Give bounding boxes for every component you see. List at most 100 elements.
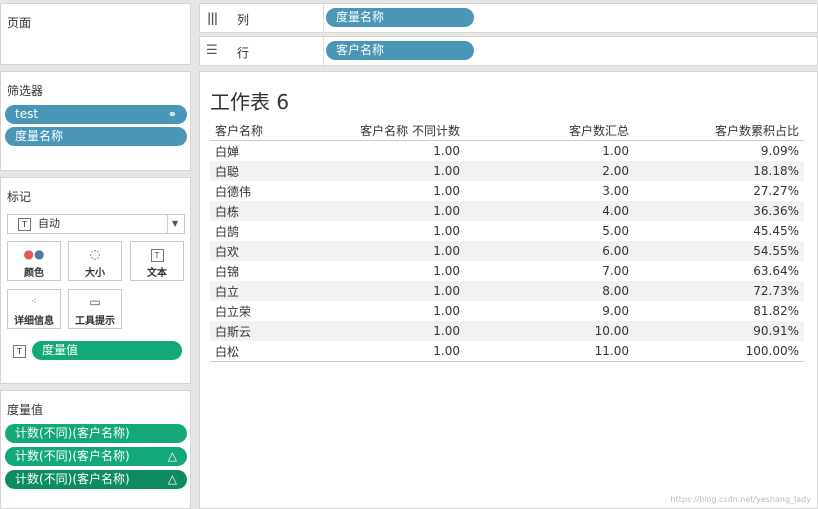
rows-shelf[interactable]: ☰ 行 客户名称 — [199, 36, 818, 67]
measure-pill[interactable]: 计数(不同)(客户名称) △ — [5, 470, 187, 489]
cell-distinct-count: 1.00 — [433, 224, 460, 238]
table-row[interactable]: 白立荣 1.00 9.00 81.82% — [210, 301, 804, 321]
marks-title: 标记 — [7, 190, 32, 204]
cell-cumulative-pct: 81.82% — [753, 304, 799, 318]
table-row[interactable]: 白松 1.00 11.00 100.00% — [210, 341, 804, 362]
text-mark-icon: T — [18, 218, 31, 231]
size-button[interactable]: ◌ 大小 — [68, 241, 122, 281]
cell-distinct-count: 1.00 — [433, 264, 460, 278]
size-button-label: 大小 — [85, 268, 105, 279]
table-row[interactable]: 白聪 1.00 2.00 18.18% — [210, 161, 804, 181]
filter-pill-label: test — [15, 107, 39, 121]
dropdown-divider — [167, 215, 168, 233]
measure-pill-label: 计数(不同)(客户名称) — [15, 472, 130, 486]
table-row[interactable]: 白婵 1.00 1.00 9.09% — [210, 141, 804, 162]
cell-customer-name: 白立 — [210, 281, 301, 301]
cell-customer-total: 6.00 — [460, 241, 629, 261]
data-table: 客户名称 客户名称 不同计数 客户数汇总 客户数累积占比 白婵 1.00 1.00 9… — [210, 121, 804, 362]
marks-panel[interactable]: 标记 T 自动 ▼ ●● 颜色 ◌ 大小 T 文本 ⁖ 详细信息 ▭ 工具提示 … — [0, 177, 191, 384]
color-button[interactable]: ●● 颜色 — [7, 241, 61, 281]
cell-customer-name: 白欢 — [210, 241, 301, 261]
table-header-row: 客户名称 客户名称 不同计数 客户数汇总 客户数累积占比 — [210, 121, 804, 141]
tooltip-icon: ▭ — [89, 295, 101, 309]
mark-type-select[interactable]: T 自动 ▼ — [7, 214, 185, 234]
shelf-divider — [323, 37, 324, 67]
marks-pill-measure-values[interactable]: 度量值 — [32, 341, 182, 360]
cell-customer-name: 白栋 — [210, 201, 301, 221]
header-distinct-count[interactable]: 客户名称 不同计数 — [301, 121, 460, 141]
measure-pill[interactable]: 计数(不同)(客户名称) — [5, 424, 187, 443]
cell-cumulative-pct: 90.91% — [629, 321, 804, 341]
columns-pill-measure-names[interactable]: 度量名称 — [326, 8, 474, 27]
cell-cumulative-pct: 72.73% — [629, 281, 804, 301]
cell-customer-total: 1.00 — [602, 144, 629, 158]
rows-pill-customer-name[interactable]: 客户名称 — [326, 41, 474, 60]
table-row[interactable]: 白锦 1.00 7.00 63.64% — [210, 261, 804, 281]
table-row[interactable]: 白德伟 1.00 3.00 27.27% — [210, 181, 804, 201]
detail-icon: ⁖ — [31, 297, 37, 307]
worksheet-title: 工作表 6 — [210, 90, 290, 114]
filters-panel[interactable]: 筛选器 test ⚭ 度量名称 — [0, 71, 191, 171]
pages-panel[interactable]: 页面 — [0, 3, 191, 65]
detail-button[interactable]: ⁖ 详细信息 — [7, 289, 61, 329]
cell-distinct-count: 1.00 — [301, 281, 460, 301]
cell-customer-total: 2.00 — [460, 161, 629, 181]
cell-distinct-count: 1.00 — [433, 184, 460, 198]
header-customer-total[interactable]: 客户数汇总 — [460, 121, 629, 141]
rows-label: 行 — [237, 46, 250, 60]
cell-cumulative-pct: 63.64% — [753, 264, 799, 278]
cell-customer-total: 4.00 — [460, 201, 629, 221]
pages-title: 页面 — [7, 16, 32, 30]
text-mark-icon: T — [13, 345, 26, 358]
cell-cumulative-pct: 36.36% — [629, 201, 804, 221]
cell-distinct-count: 1.00 — [301, 321, 460, 341]
text-icon: T — [131, 246, 183, 262]
filters-title: 筛选器 — [7, 84, 44, 98]
color-icon: ●● — [23, 247, 45, 261]
delta-icon: △ — [167, 449, 177, 463]
cell-distinct-count: 1.00 — [301, 341, 460, 362]
text-button-label: 文本 — [147, 268, 167, 279]
cell-customer-name: 白婵 — [215, 144, 240, 159]
size-icon: ◌ — [89, 247, 101, 261]
cell-cumulative-pct: 9.09% — [760, 144, 799, 158]
text-button[interactable]: T 文本 — [130, 241, 184, 281]
cell-customer-total: 9.00 — [602, 304, 629, 318]
table-row[interactable]: 白立 1.00 8.00 72.73% — [210, 281, 804, 301]
tooltip-button-label: 工具提示 — [75, 316, 115, 327]
header-customer-name[interactable]: 客户名称 — [210, 121, 301, 141]
cell-distinct-count: 1.00 — [301, 241, 460, 261]
table-row[interactable]: 白斯云 1.00 10.00 90.91% — [210, 321, 804, 341]
table-row[interactable]: 白欢 1.00 6.00 54.55% — [210, 241, 804, 261]
columns-shelf[interactable]: ||| 列 度量名称 — [199, 3, 818, 34]
cell-customer-total: 3.00 — [602, 184, 629, 198]
measure-values-panel[interactable]: 度量值 计数(不同)(客户名称) 计数(不同)(客户名称) △ 计数(不同)(客… — [0, 390, 191, 509]
filter-pill-test[interactable]: test ⚭ — [5, 105, 187, 124]
table-row[interactable]: 白鹄 1.00 5.00 45.45% — [210, 221, 804, 241]
columns-label: 列 — [237, 13, 250, 27]
cell-customer-name: 白德伟 — [215, 184, 252, 199]
rows-icon: ☰ — [206, 43, 218, 58]
cell-customer-name: 白聪 — [210, 161, 301, 181]
cell-customer-name: 白鹄 — [215, 224, 240, 239]
header-cumulative-pct[interactable]: 客户数累积占比 — [629, 121, 804, 141]
chevron-down-icon: ▼ — [172, 219, 179, 228]
measure-pill[interactable]: 计数(不同)(客户名称) △ — [5, 447, 187, 466]
tooltip-button[interactable]: ▭ 工具提示 — [68, 289, 122, 329]
shelf-divider — [323, 4, 324, 34]
mark-type-value: 自动 — [38, 217, 60, 230]
columns-icon: ||| — [207, 11, 218, 25]
cell-customer-name: 白松 — [210, 341, 301, 362]
cell-cumulative-pct: 27.27% — [753, 184, 799, 198]
filter-pill-measure-names[interactable]: 度量名称 — [5, 127, 187, 146]
cell-customer-name: 白锦 — [215, 264, 240, 279]
table-row[interactable]: 白栋 1.00 4.00 36.36% — [210, 201, 804, 221]
cell-cumulative-pct: 100.00% — [629, 341, 804, 362]
measure-pill-label: 计数(不同)(客户名称) — [15, 449, 130, 463]
measure-values-title: 度量值 — [7, 403, 44, 417]
delta-icon: △ — [167, 472, 177, 486]
watermark: https://blog.csdn.net/yeshang_lady — [670, 495, 811, 504]
worksheet-view[interactable]: 工作表 6 客户名称 客户名称 不同计数 客户数汇总 客户数累积占比 白婵 1.0… — [199, 71, 818, 509]
cell-customer-total: 5.00 — [602, 224, 629, 238]
cell-distinct-count: 1.00 — [301, 201, 460, 221]
